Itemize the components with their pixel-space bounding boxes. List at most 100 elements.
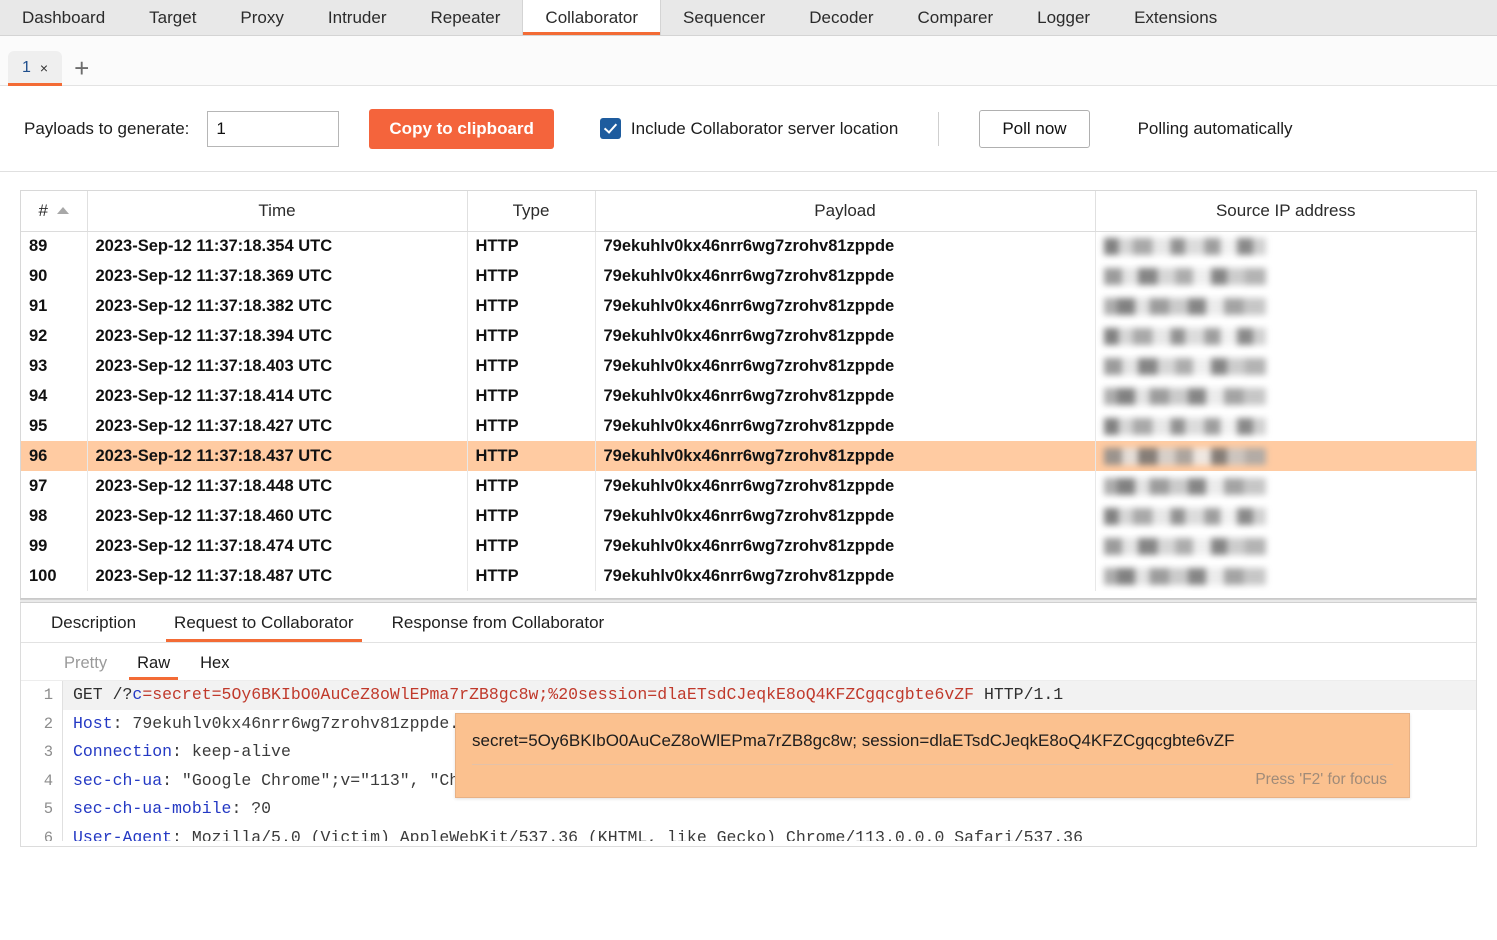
table-row[interactable]: 932023-Sep-12 11:37:18.403 UTCHTTP79ekuh…: [21, 351, 1476, 381]
main-tab-extensions[interactable]: Extensions: [1112, 0, 1239, 35]
cell-time: 2023-Sep-12 11:37:18.403 UTC: [87, 351, 467, 381]
cell-index: 100: [21, 561, 87, 591]
cell-type: HTTP: [467, 531, 595, 561]
toolbar-divider: [938, 112, 939, 146]
column-header-type[interactable]: Type: [467, 191, 595, 231]
code-line-text[interactable]: Connection: keep-alive: [63, 738, 291, 767]
cell-source-ip: [1095, 381, 1476, 411]
add-session-tab-button[interactable]: +: [62, 55, 101, 85]
cell-time: 2023-Sep-12 11:37:18.394 UTC: [87, 321, 467, 351]
main-tab-label: Intruder: [328, 8, 387, 28]
main-tab-label: Dashboard: [22, 8, 105, 28]
main-tab-proxy[interactable]: Proxy: [218, 0, 305, 35]
cell-type: HTTP: [467, 441, 595, 471]
code-line-text[interactable]: sec-ch-ua-mobile: ?0: [63, 795, 271, 824]
main-tab-logger[interactable]: Logger: [1015, 0, 1112, 35]
main-tab-label: Comparer: [918, 8, 994, 28]
redacted-ip-graphic: [1104, 508, 1266, 525]
cell-type: HTTP: [467, 561, 595, 591]
interactions-table-container: # Time Type Payload Source IP address 89…: [20, 190, 1477, 591]
column-header-index-label: #: [39, 201, 48, 221]
cell-source-ip: [1095, 561, 1476, 591]
column-header-time[interactable]: Time: [87, 191, 467, 231]
main-tab-intruder[interactable]: Intruder: [306, 0, 409, 35]
code-token: GET /?: [73, 685, 132, 704]
table-row[interactable]: 1002023-Sep-12 11:37:18.487 UTCHTTP79eku…: [21, 561, 1476, 591]
detail-tab-bar: Description Request to Collaborator Respon…: [21, 603, 1476, 643]
cell-type: HTTP: [467, 381, 595, 411]
code-line: 6User-Agent: Mozilla/5.0 (Victim) AppleW…: [21, 824, 1476, 842]
cell-index: 94: [21, 381, 87, 411]
main-tab-target[interactable]: Target: [127, 0, 218, 35]
detail-tab-request-to-collaborator[interactable]: Request to Collaborator: [158, 613, 370, 642]
table-row[interactable]: 952023-Sep-12 11:37:18.427 UTCHTTP79ekuh…: [21, 411, 1476, 441]
redacted-ip-graphic: [1104, 538, 1266, 555]
main-tab-dashboard[interactable]: Dashboard: [0, 0, 127, 35]
table-row[interactable]: 962023-Sep-12 11:37:18.437 UTCHTTP79ekuh…: [21, 441, 1476, 471]
subtab-pretty[interactable]: Pretty: [51, 654, 120, 680]
cell-source-ip: [1095, 471, 1476, 501]
table-row[interactable]: 912023-Sep-12 11:37:18.382 UTCHTTP79ekuh…: [21, 291, 1476, 321]
collaborator-toolbar: Payloads to generate: Copy to clipboard …: [0, 86, 1497, 172]
cell-time: 2023-Sep-12 11:37:18.437 UTC: [87, 441, 467, 471]
main-tab-sequencer[interactable]: Sequencer: [661, 0, 787, 35]
table-row[interactable]: 922023-Sep-12 11:37:18.394 UTCHTTP79ekuh…: [21, 321, 1476, 351]
column-header-source-ip[interactable]: Source IP address: [1095, 191, 1476, 231]
main-tab-decoder[interactable]: Decoder: [787, 0, 895, 35]
payloads-count-input[interactable]: [207, 111, 339, 147]
cell-source-ip: [1095, 351, 1476, 381]
table-row[interactable]: 992023-Sep-12 11:37:18.474 UTCHTTP79ekuh…: [21, 531, 1476, 561]
cell-type: HTTP: [467, 231, 595, 261]
main-tab-label: Target: [149, 8, 196, 28]
code-line-text[interactable]: User-Agent: Mozilla/5.0 (Victim) AppleWe…: [63, 824, 1083, 842]
main-tab-label: Sequencer: [683, 8, 765, 28]
column-header-payload[interactable]: Payload: [595, 191, 1095, 231]
cell-payload: 79ekuhlv0kx46nrr6wg7zrohv81zppde: [595, 261, 1095, 291]
redacted-ip-graphic: [1104, 418, 1266, 435]
main-tab-comparer[interactable]: Comparer: [896, 0, 1016, 35]
cell-time: 2023-Sep-12 11:37:18.487 UTC: [87, 561, 467, 591]
cell-index: 93: [21, 351, 87, 381]
main-tab-bar: Dashboard Target Proxy Intruder RepeaterColl…: [0, 0, 1497, 36]
code-line: 5sec-ch-ua-mobile: ?0: [21, 795, 1476, 824]
session-tab-1[interactable]: 1 ×: [8, 51, 62, 85]
table-row[interactable]: 982023-Sep-12 11:37:18.460 UTCHTTP79ekuh…: [21, 501, 1476, 531]
main-tab-repeater[interactable]: Repeater: [408, 0, 522, 35]
main-tab-collaborator[interactable]: Collaborator: [522, 0, 661, 35]
detail-tab-response-from-collaborator[interactable]: Response from Collaborator: [376, 613, 621, 642]
main-tab-label: Extensions: [1134, 8, 1217, 28]
cell-index: 92: [21, 321, 87, 351]
cell-time: 2023-Sep-12 11:37:18.369 UTC: [87, 261, 467, 291]
code-token: c: [132, 685, 142, 704]
line-number: 5: [21, 795, 63, 824]
column-header-index[interactable]: #: [21, 191, 87, 231]
poll-now-button[interactable]: Poll now: [979, 110, 1089, 148]
include-server-location-row[interactable]: Include Collaborator server location: [600, 118, 898, 139]
cell-payload: 79ekuhlv0kx46nrr6wg7zrohv81zppde: [595, 471, 1095, 501]
detail-tab-description[interactable]: Description: [35, 613, 152, 642]
close-icon[interactable]: ×: [40, 61, 48, 75]
checkbox-checked-icon[interactable]: [600, 118, 621, 139]
cell-index: 96: [21, 441, 87, 471]
code-token: : ?0: [231, 799, 271, 818]
cell-type: HTTP: [467, 261, 595, 291]
table-row[interactable]: 942023-Sep-12 11:37:18.414 UTCHTTP79ekuh…: [21, 381, 1476, 411]
subtab-hex[interactable]: Hex: [187, 654, 242, 680]
cell-index: 89: [21, 231, 87, 261]
code-token: HTTP/1.1: [974, 685, 1063, 704]
cell-payload: 79ekuhlv0kx46nrr6wg7zrohv81zppde: [595, 231, 1095, 261]
table-row[interactable]: 902023-Sep-12 11:37:18.369 UTCHTTP79ekuh…: [21, 261, 1476, 291]
copy-to-clipboard-button[interactable]: Copy to clipboard: [369, 109, 554, 149]
subtab-raw[interactable]: Raw: [124, 654, 183, 680]
code-token: : keep-alive: [172, 742, 291, 761]
cell-source-ip: [1095, 231, 1476, 261]
session-tab-bar: 1 × +: [0, 36, 1497, 86]
table-row[interactable]: 972023-Sep-12 11:37:18.448 UTCHTTP79ekuh…: [21, 471, 1476, 501]
detail-tab-label: Request to Collaborator: [174, 613, 354, 632]
code-line-text[interactable]: GET /?c=secret=5Oy6BKIbO0AuCeZ8oWlEPma7r…: [63, 681, 1063, 710]
table-row[interactable]: 892023-Sep-12 11:37:18.354 UTCHTTP79ekuh…: [21, 231, 1476, 261]
detail-tab-label: Response from Collaborator: [392, 613, 605, 632]
detail-tab-label: Description: [51, 613, 136, 632]
subtab-label: Pretty: [64, 654, 107, 672]
cell-time: 2023-Sep-12 11:37:18.427 UTC: [87, 411, 467, 441]
